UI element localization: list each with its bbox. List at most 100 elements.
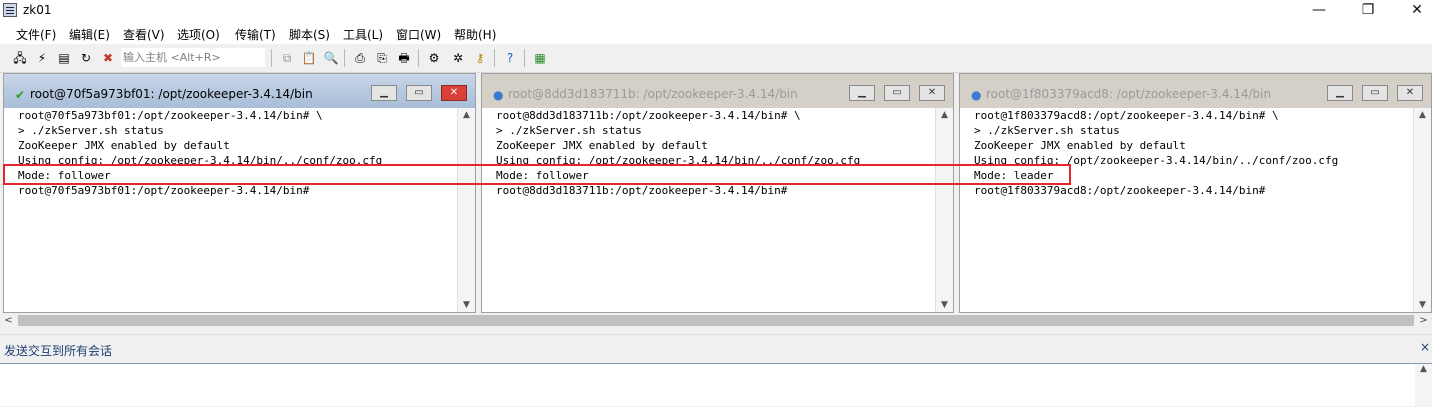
toolbar-separator — [344, 49, 345, 67]
host-input[interactable] — [121, 48, 265, 67]
terminal-output[interactable]: root@70f5a973bf01:/opt/zookeeper-3.4.14/… — [13, 108, 458, 312]
menu-bar: 文件(F) 编辑(E) 查看(V) 选项(O) 传输(T) 脚本(S) 工具(L… — [0, 22, 1432, 44]
global-options-icon[interactable]: ✲ — [450, 50, 466, 66]
copy-icon[interactable]: ⧉ — [279, 50, 295, 66]
scroll-down-icon[interactable]: ▼ — [1414, 298, 1431, 312]
compose-input-area[interactable]: ▲ — [0, 363, 1432, 407]
session-pane-3[interactable]: ● root@1f803379acd8: /opt/zookeeper-3.4.… — [959, 73, 1432, 313]
scroll-right-icon[interactable]: > — [1415, 313, 1432, 328]
info-icon: ● — [493, 88, 504, 102]
terminal-output[interactable]: root@8dd3d183711b:/opt/zookeeper-3.4.14/… — [491, 108, 936, 312]
find-icon[interactable]: 🔍 — [323, 50, 339, 66]
sftp-icon[interactable]: ▦ — [532, 50, 548, 66]
scroll-up-icon[interactable]: ▲ — [1415, 364, 1432, 374]
scroll-down-icon[interactable]: ▼ — [936, 298, 953, 312]
compose-bar-header: 发送交互到所有会话 × — [0, 334, 1432, 363]
menu-window[interactable]: 窗口(W) — [396, 26, 441, 43]
terminal-line: > ./zkServer.sh status — [18, 124, 164, 137]
pane-close-button[interactable]: ✕ — [1397, 85, 1423, 101]
minimize-button[interactable]: — — [1296, 0, 1342, 22]
vertical-scrollbar[interactable]: ▲ ▼ — [935, 108, 953, 312]
info-icon: ● — [971, 88, 982, 102]
compose-bar-label: 发送交互到所有会话 — [4, 344, 113, 358]
toolbar-separator — [418, 49, 419, 67]
terminal-line: root@70f5a973bf01:/opt/zookeeper-3.4.14/… — [18, 184, 310, 197]
vertical-scrollbar[interactable]: ▲ ▼ — [457, 108, 475, 312]
connected-check-icon: ✔ — [15, 88, 26, 102]
menu-transfer[interactable]: 传输(T) — [235, 26, 276, 43]
terminal-line: Using config: /opt/zookeeper-3.4.14/bin/… — [496, 154, 861, 167]
menu-help[interactable]: 帮助(H) — [454, 26, 496, 43]
terminal-line-mode: Mode: leader — [974, 169, 1054, 182]
toolbar: 🖧 ⚡ ▤ ↻ ✖ ⧉ 📋 🔍 ⎙ ⎘ 🖶 ⚙ ✲ ⚷ ? ▦ — [0, 44, 1432, 73]
terminal-line: root@8dd3d183711b:/opt/zookeeper-3.4.14/… — [496, 109, 801, 122]
pane-title: root@70f5a973bf01: /opt/zookeeper-3.4.14… — [30, 87, 313, 101]
scroll-thumb[interactable] — [18, 315, 1414, 326]
toolbar-separator — [524, 49, 525, 67]
close-button[interactable]: ✕ — [1394, 0, 1432, 22]
compose-scrollbar[interactable]: ▲ — [1415, 364, 1432, 407]
pane-minimize-button[interactable]: ▁ — [1327, 85, 1353, 101]
terminal-line: root@1f803379acd8:/opt/zookeeper-3.4.14/… — [974, 184, 1266, 197]
vertical-scrollbar[interactable]: ▲ ▼ — [1413, 108, 1431, 312]
session-pane-1[interactable]: ✔ root@70f5a973bf01: /opt/zookeeper-3.4.… — [3, 73, 476, 313]
terminal-output[interactable]: root@1f803379acd8:/opt/zookeeper-3.4.14/… — [969, 108, 1414, 312]
menu-edit[interactable]: 编辑(E) — [69, 26, 110, 43]
pane-title: root@8dd3d183711b: /opt/zookeeper-3.4.14… — [508, 87, 798, 101]
menu-options[interactable]: 选项(O) — [177, 26, 220, 43]
pane-restore-button[interactable]: ▭ — [884, 85, 910, 101]
terminal-line: ZooKeeper JMX enabled by default — [496, 139, 708, 152]
reconnect-icon[interactable]: ↻ — [78, 50, 94, 66]
terminal-line: Using config: /opt/zookeeper-3.4.14/bin/… — [974, 154, 1339, 167]
pane-title-bar: ● root@8dd3d183711b: /opt/zookeeper-3.4.… — [482, 74, 953, 108]
pane-minimize-button[interactable]: ▁ — [849, 85, 875, 101]
menu-file[interactable]: 文件(F) — [16, 26, 56, 43]
scroll-left-icon[interactable]: < — [0, 313, 17, 328]
menu-tools[interactable]: 工具(L) — [343, 26, 383, 43]
terminal-line-mode: Mode: follower — [18, 169, 111, 182]
menu-script[interactable]: 脚本(S) — [289, 26, 330, 43]
title-bar: zk01 — ❐ ✕ — [0, 0, 1432, 22]
restore-button[interactable]: ❐ — [1345, 0, 1391, 22]
terminal-line: root@1f803379acd8:/opt/zookeeper-3.4.14/… — [974, 109, 1279, 122]
quick-connect-icon[interactable]: ⚡ — [34, 50, 50, 66]
app-icon — [3, 3, 17, 17]
session-pane-2[interactable]: ● root@8dd3d183711b: /opt/zookeeper-3.4.… — [481, 73, 954, 313]
session-options-icon[interactable]: ⚙ — [426, 50, 442, 66]
scroll-up-icon[interactable]: ▲ — [936, 108, 953, 122]
terminal-line: > ./zkServer.sh status — [974, 124, 1120, 137]
paste-icon[interactable]: 📋 — [301, 50, 317, 66]
disconnect-icon[interactable]: ✖ — [100, 50, 116, 66]
compose-close-icon[interactable]: × — [1420, 340, 1430, 354]
pane-title: root@1f803379acd8: /opt/zookeeper-3.4.14… — [986, 87, 1272, 101]
terminal-line: root@8dd3d183711b:/opt/zookeeper-3.4.14/… — [496, 184, 788, 197]
terminal-line: ZooKeeper JMX enabled by default — [18, 139, 230, 152]
pane-close-button[interactable]: ✕ — [919, 85, 945, 101]
menu-view[interactable]: 查看(V) — [123, 26, 165, 43]
print-setup-icon[interactable]: ⎘ — [374, 50, 390, 66]
pane-restore-button[interactable]: ▭ — [1362, 85, 1388, 101]
terminal-line: Using config: /opt/zookeeper-3.4.14/bin/… — [18, 154, 383, 167]
help-icon[interactable]: ? — [502, 50, 518, 66]
pane-minimize-button[interactable]: ▁ — [371, 85, 397, 101]
pane-close-button[interactable]: ✕ — [441, 85, 467, 101]
toolbar-separator — [494, 49, 495, 67]
toolbar-separator — [271, 49, 272, 67]
terminal-line: ZooKeeper JMX enabled by default — [974, 139, 1186, 152]
pane-title-bar: ● root@1f803379acd8: /opt/zookeeper-3.4.… — [960, 74, 1431, 108]
pane-title-bar: ✔ root@70f5a973bf01: /opt/zookeeper-3.4.… — [4, 74, 475, 108]
terminal-line-mode: Mode: follower — [496, 169, 589, 182]
key-agent-icon[interactable]: ⚷ — [472, 50, 488, 66]
window-title: zk01 — [23, 3, 52, 17]
horizontal-scrollbar[interactable]: < > — [0, 313, 1432, 328]
connect-icon[interactable]: 🖧 — [12, 50, 28, 66]
printer-icon[interactable]: 🖶 — [396, 50, 412, 66]
pane-restore-button[interactable]: ▭ — [406, 85, 432, 101]
scroll-up-icon[interactable]: ▲ — [458, 108, 475, 122]
print-icon[interactable]: ⎙ — [352, 50, 368, 66]
scroll-up-icon[interactable]: ▲ — [1414, 108, 1431, 122]
scroll-down-icon[interactable]: ▼ — [458, 298, 475, 312]
terminal-line: root@70f5a973bf01:/opt/zookeeper-3.4.14/… — [18, 109, 323, 122]
terminal-line: > ./zkServer.sh status — [496, 124, 642, 137]
connect-tab-icon[interactable]: ▤ — [56, 50, 72, 66]
